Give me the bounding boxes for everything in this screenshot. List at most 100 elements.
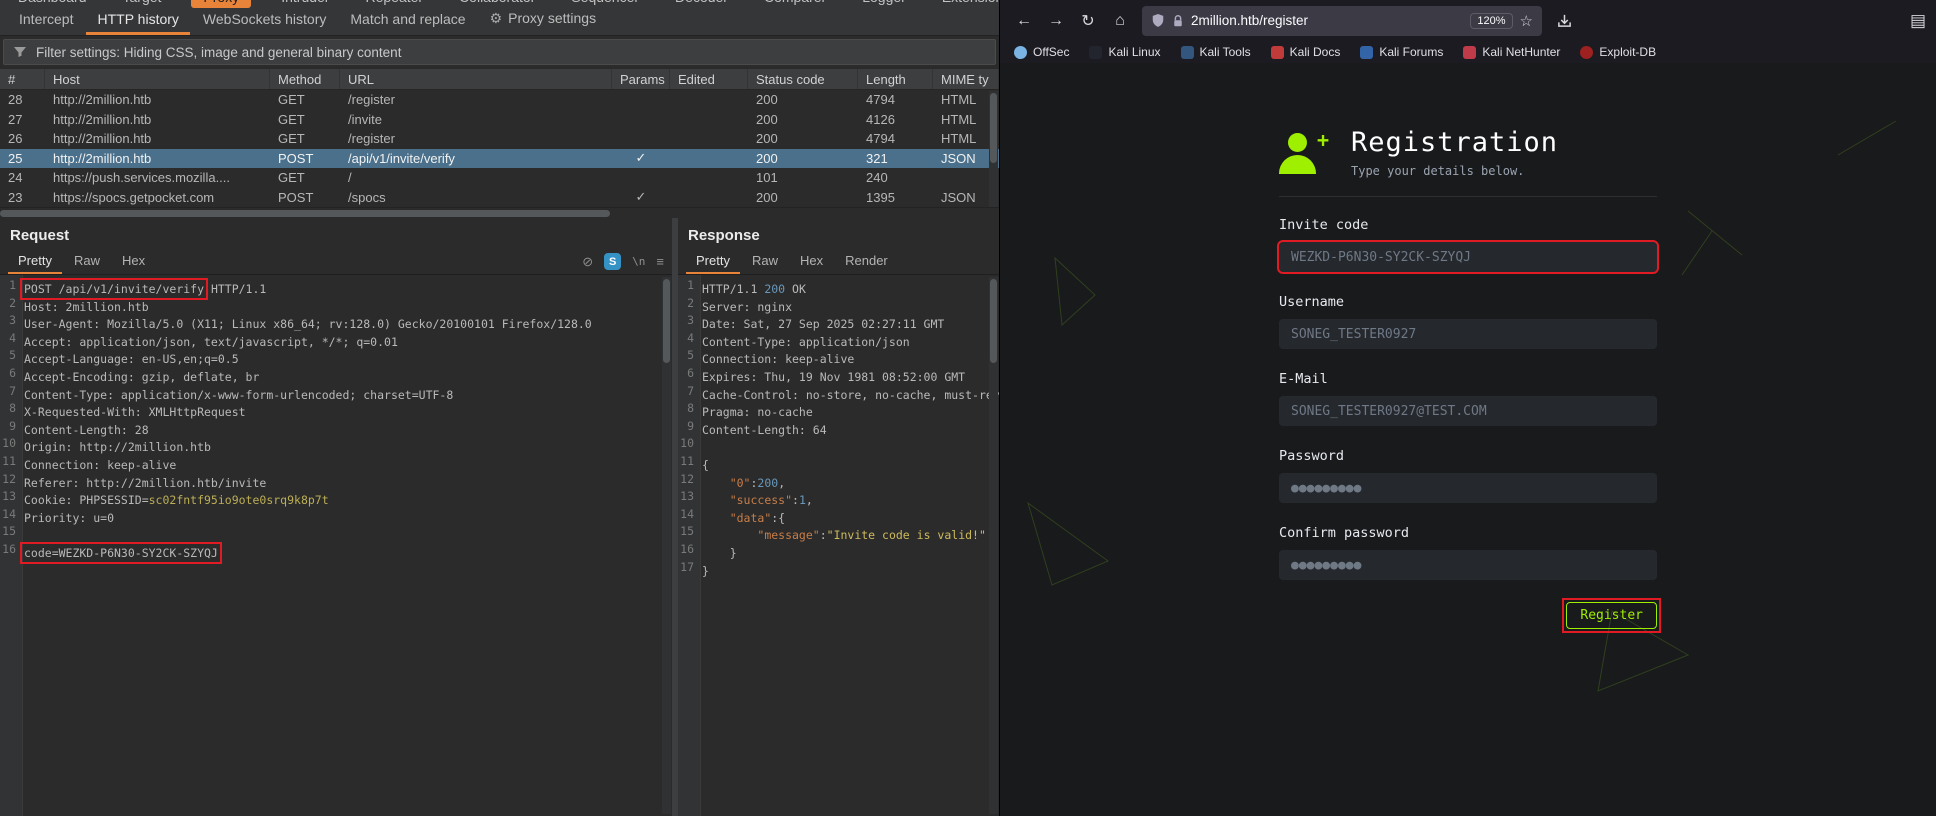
menu-item-extensions[interactable]: Extensions: [936, 0, 999, 8]
registration-page: + Registration Type your details below. …: [1000, 63, 1936, 816]
response-scrollbar[interactable]: [989, 277, 998, 814]
tab-intercept[interactable]: Intercept: [8, 6, 84, 35]
syntax-highlight-icon[interactable]: S: [604, 253, 621, 270]
tab-proxy-settings[interactable]: ⚙Proxy settings: [479, 5, 608, 35]
tab-hex[interactable]: Hex: [112, 249, 155, 274]
tab-websockets-history[interactable]: WebSockets history: [192, 6, 337, 35]
horizontal-scrollbar[interactable]: [0, 207, 999, 218]
url-text[interactable]: 2million.htb/register: [1191, 13, 1463, 28]
menu-item-comparer[interactable]: Comparer: [758, 0, 832, 8]
kali-docs-icon: [1271, 46, 1284, 59]
bookmark-kali-forums[interactable]: Kali Forums: [1360, 45, 1443, 59]
bookmark-kali-nethunter[interactable]: Kali NetHunter: [1463, 45, 1560, 59]
lock-icon[interactable]: [1172, 14, 1184, 28]
field-label: Password: [1279, 448, 1657, 464]
code-line: 9Content-Length: 28: [0, 420, 672, 438]
code-line: 8Pragma: no-cache: [678, 402, 999, 420]
tab-pretty[interactable]: Pretty: [8, 249, 62, 274]
column-header-length[interactable]: Length: [858, 69, 933, 89]
history-table-header: #HostMethodURLParamsEditedStatus codeLen…: [0, 68, 999, 90]
code-line: 7Content-Type: application/x-www-form-ur…: [0, 385, 672, 403]
column-header-params[interactable]: Params: [612, 69, 670, 89]
back-button[interactable]: ←: [1010, 7, 1038, 35]
editor-menu-icon[interactable]: ≡: [656, 254, 664, 269]
bookmark-exploit-db[interactable]: Exploit-DB: [1580, 45, 1656, 59]
scrollbar-thumb[interactable]: [0, 210, 610, 217]
reload-button[interactable]: ↻: [1074, 7, 1102, 35]
burp-suite-window: DashboardTargetProxyIntruderRepeaterColl…: [0, 0, 1000, 816]
table-row[interactable]: 23https://spocs.getpocket.comPOST/spocs✓…: [0, 188, 999, 208]
browser-menu-icon[interactable]: ▤: [1910, 11, 1926, 31]
invite-code-input[interactable]: [1279, 242, 1657, 272]
tab-render[interactable]: Render: [835, 249, 898, 274]
zoom-level-badge[interactable]: 120%: [1470, 13, 1512, 29]
table-row[interactable]: 26http://2million.htbGET/register2004794…: [0, 129, 999, 149]
code-line: 3Date: Sat, 27 Sep 2025 02:27:11 GMT: [678, 314, 999, 332]
table-row[interactable]: 27http://2million.htbGET/invite2004126HT…: [0, 110, 999, 130]
table-row[interactable]: 24https://push.services.mozilla....GET/1…: [0, 168, 999, 188]
response-editor[interactable]: 1HTTP/1.1 200 OK2Server: nginx3Date: Sat…: [678, 275, 999, 816]
table-row[interactable]: 25http://2million.htbPOST/api/v1/invite/…: [0, 149, 999, 169]
code-line: 5Accept-Language: en-US,en;q=0.5: [0, 349, 672, 367]
column-header-host[interactable]: Host: [45, 69, 270, 89]
column-header-edited[interactable]: Edited: [670, 69, 748, 89]
browser-toolbar: ← → ↻ ⌂ 2million.htb/register 120% ☆ ▤: [1000, 0, 1936, 41]
request-editor[interactable]: 1POST /api/v1/invite/verify HTTP/1.12Hos…: [0, 275, 672, 816]
column-header-method[interactable]: Method: [270, 69, 340, 89]
menu-item-decoder[interactable]: Decoder: [669, 0, 734, 8]
tracking-protection-shield-icon[interactable]: [1151, 13, 1165, 28]
column-header-number[interactable]: #: [0, 69, 45, 89]
message-panels: Request PrettyRawHex ⊘ S \n ≡ 1POST /api…: [0, 218, 999, 816]
register-form-fields: Invite codeUsernameE-MailPasswordConfirm…: [1279, 217, 1657, 580]
registration-form: + Registration Type your details below. …: [1279, 127, 1657, 629]
register-button[interactable]: Register: [1566, 602, 1657, 629]
code-line: 6Expires: Thu, 19 Nov 1981 08:52:00 GMT: [678, 367, 999, 385]
forward-button[interactable]: →: [1042, 7, 1070, 35]
column-header-url[interactable]: URL: [340, 69, 612, 89]
code-line: 15: [0, 525, 672, 543]
tab-raw[interactable]: Raw: [742, 249, 788, 274]
tab-hex[interactable]: Hex: [790, 249, 833, 274]
add-user-icon: +: [1279, 130, 1331, 176]
code-line: 11Connection: keep-alive: [0, 455, 672, 473]
tab-pretty[interactable]: Pretty: [686, 249, 740, 274]
filter-settings-bar[interactable]: Filter settings: Hiding CSS, image and g…: [3, 39, 996, 65]
code-line: 3User-Agent: Mozilla/5.0 (X11; Linux x86…: [0, 314, 672, 332]
tab-http-history[interactable]: HTTP history: [86, 6, 189, 35]
bookmark-kali-linux[interactable]: Kali Linux: [1089, 45, 1160, 59]
code-line: 16 }: [678, 543, 999, 561]
bookmark-kali-docs[interactable]: Kali Docs: [1271, 45, 1341, 59]
newline-toggle-icon[interactable]: \n: [632, 255, 645, 268]
scrollbar-thumb[interactable]: [990, 279, 997, 363]
screen: DashboardTargetProxyIntruderRepeaterColl…: [0, 0, 1936, 816]
confirm-password-input[interactable]: [1279, 550, 1657, 580]
response-panel: Response PrettyRawHexRender 1HTTP/1.1 20…: [678, 218, 999, 816]
bookmark-label: OffSec: [1033, 45, 1069, 59]
url-bar[interactable]: 2million.htb/register 120% ☆: [1142, 6, 1542, 36]
bookmark-star-icon[interactable]: ☆: [1520, 12, 1533, 30]
tab-raw[interactable]: Raw: [64, 249, 110, 274]
offsec-icon: [1014, 46, 1027, 59]
code-line: 10Origin: http://2million.htb: [0, 437, 672, 455]
page-subtitle: Type your details below.: [1351, 164, 1558, 178]
tab-match-and-replace[interactable]: Match and replace: [339, 6, 476, 35]
menu-item-logger[interactable]: Logger: [856, 0, 912, 8]
bookmark-kali-tools[interactable]: Kali Tools: [1181, 45, 1251, 59]
column-header-status-code[interactable]: Status code: [748, 69, 858, 89]
bookmark-offsec[interactable]: OffSec: [1014, 45, 1069, 59]
scrollbar-thumb[interactable]: [663, 279, 670, 363]
hide-icon[interactable]: ⊘: [582, 254, 593, 270]
request-panel-title: Request: [0, 218, 672, 249]
username-input[interactable]: [1279, 319, 1657, 349]
kali-linux-icon: [1089, 46, 1102, 59]
table-scrollbar[interactable]: [989, 91, 998, 207]
save-page-icon[interactable]: [1550, 7, 1578, 35]
e-mail-input[interactable]: [1279, 396, 1657, 426]
code-line: 10: [678, 437, 999, 455]
scrollbar-thumb[interactable]: [990, 93, 997, 163]
password-input[interactable]: [1279, 473, 1657, 503]
table-row[interactable]: 28http://2million.htbGET/register2004794…: [0, 90, 999, 110]
home-button[interactable]: ⌂: [1106, 7, 1134, 35]
request-scrollbar[interactable]: [662, 277, 671, 814]
column-header-mime-ty[interactable]: MIME ty: [933, 69, 999, 89]
